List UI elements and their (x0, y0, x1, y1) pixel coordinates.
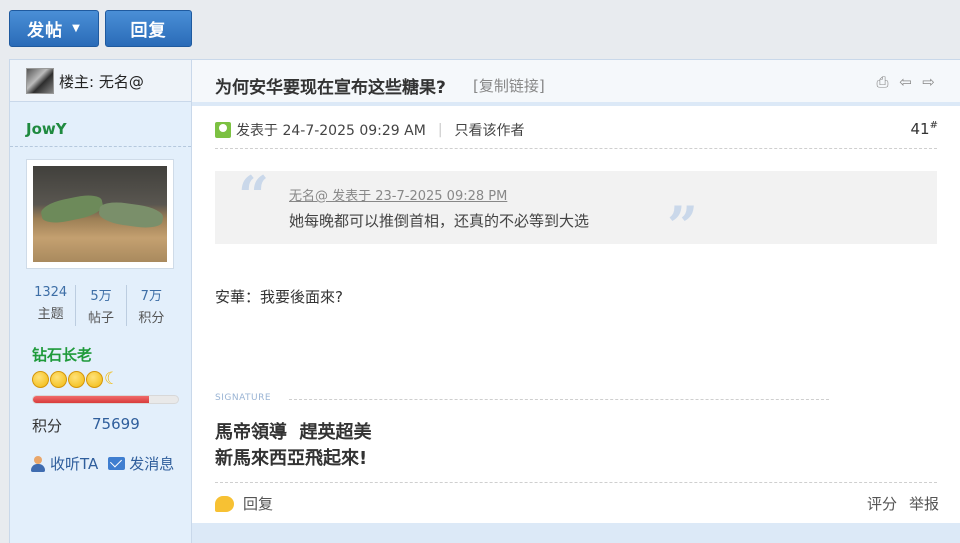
signature-label: SIGNATURE (215, 393, 272, 403)
meta-divider: | (437, 122, 443, 138)
divider (289, 399, 829, 400)
points-label: 积分 (32, 417, 63, 435)
post-frame: 楼主: 无名@ JowY 1324 主题 5万 帖子 7万 积分 钻石长老 ☾ … (9, 59, 960, 543)
stat-topics-label: 主题 (37, 307, 64, 322)
post-footer-band (192, 523, 960, 543)
moon-icon: ☾ (104, 369, 120, 389)
quote-source-link[interactable]: 无名@ 发表于 23-7-2025 09:28 PM (289, 185, 507, 204)
floor-value: 41 (910, 120, 930, 138)
signature-line-1: 馬帝領導 趕英超美 (215, 422, 372, 443)
sun-icon (86, 371, 103, 388)
divider (215, 482, 937, 483)
points-value: 75699 (92, 415, 140, 433)
post-body: 安華：我要後面來? (215, 288, 343, 306)
sun-icon (68, 371, 85, 388)
thread-owner-avatar[interactable] (26, 68, 54, 94)
author-online-icon (215, 122, 231, 138)
rank-progress-fill (33, 396, 149, 403)
signature-line-2: 新馬來西亞飛起來! (215, 448, 368, 469)
divider (10, 146, 191, 147)
mail-icon (108, 457, 126, 470)
sun-icon (32, 371, 49, 388)
follow-icon (30, 455, 48, 473)
divider (215, 148, 937, 149)
stat-posts-value: 5万 (90, 289, 112, 304)
quote-text: 她每晚都可以推倒首相，还真的不必等到大选 (289, 212, 590, 230)
stat-topics-value: 1324 (34, 285, 68, 300)
rate-button[interactable]: 评分 (867, 493, 897, 514)
author-sidebar: 楼主: 无名@ JowY 1324 主题 5万 帖子 7万 积分 钻石长老 ☾ … (10, 60, 192, 543)
floor-mark: # (929, 120, 938, 131)
stat-credits-label: 积分 (138, 311, 165, 326)
stat-credits[interactable]: 7万 积分 (127, 285, 176, 326)
points-row: 积分 75699 (32, 415, 140, 436)
thread-owner-label[interactable]: 楼主: 无名@ (59, 71, 144, 92)
stat-posts[interactable]: 5万 帖子 (76, 285, 127, 326)
chevron-down-icon: ▼ (72, 23, 81, 34)
report-button[interactable]: 举报 (909, 493, 939, 514)
reply-bubble-icon (215, 495, 234, 512)
print-icon[interactable]: ⎙ (874, 74, 891, 91)
open-quote-icon: “ (238, 164, 270, 228)
user-rank[interactable]: 钻石长老 (32, 344, 92, 365)
signature: 馬帝領導 趕英超美 新馬來西亞飛起來! (215, 420, 372, 472)
stat-credits-value: 7万 (140, 289, 162, 304)
reply-button[interactable]: 回复 (105, 10, 192, 47)
quote-block: “ 无名@ 发表于 23-7-2025 09:28 PM 她每晚都可以推倒首相，… (215, 164, 937, 253)
post-content: 为何安华要现在宣布这些糖果? [复制链接] ⎙ ⇦ ⇨ 发表于 24-7-202… (192, 60, 960, 543)
avatar-image (33, 166, 167, 262)
author-actions: 收听TA 发消息 (30, 453, 174, 474)
only-author-link[interactable]: 只看该作者 (455, 120, 525, 140)
rank-progress-bar (32, 395, 179, 404)
post-button-label: 发帖 (27, 21, 64, 41)
post-button[interactable]: 发帖 ▼ (9, 10, 99, 47)
thread-title: 为何安华要现在宣布这些糖果? (215, 78, 446, 98)
follow-link[interactable]: 收听TA (50, 453, 98, 474)
sun-icon (50, 371, 67, 388)
post-time: 发表于 24-7-2025 09:29 AM (236, 123, 426, 139)
stat-topics[interactable]: 1324 主题 (26, 285, 77, 326)
message-link[interactable]: 发消息 (129, 453, 174, 474)
thread-tools: ⎙ ⇦ ⇨ (874, 74, 937, 91)
author-avatar[interactable] (26, 159, 174, 269)
rank-icons: ☾ (32, 371, 121, 388)
copy-link[interactable]: [复制链接] (473, 75, 545, 96)
thread-title-bar: 为何安华要现在宣布这些糖果? [复制链接] ⎙ ⇦ ⇨ (192, 60, 960, 106)
author-stats: 1324 主题 5万 帖子 7万 积分 (26, 285, 176, 326)
post-meta: 发表于 24-7-2025 09:29 AM | 只看该作者 (215, 120, 525, 140)
post-actions: 评分 举报 (867, 493, 939, 514)
prev-thread-icon[interactable]: ⇦ (897, 74, 914, 91)
floor-number[interactable]: 41# (911, 120, 938, 138)
close-quote-icon: ” (667, 194, 699, 258)
stat-posts-label: 帖子 (87, 311, 114, 326)
post-reply-button[interactable]: 回复 (215, 493, 273, 514)
post-reply-label: 回复 (243, 495, 274, 513)
author-username[interactable]: JowY (26, 120, 67, 138)
thread-owner-row: 楼主: 无名@ (10, 60, 191, 102)
next-thread-icon[interactable]: ⇨ (920, 74, 937, 91)
